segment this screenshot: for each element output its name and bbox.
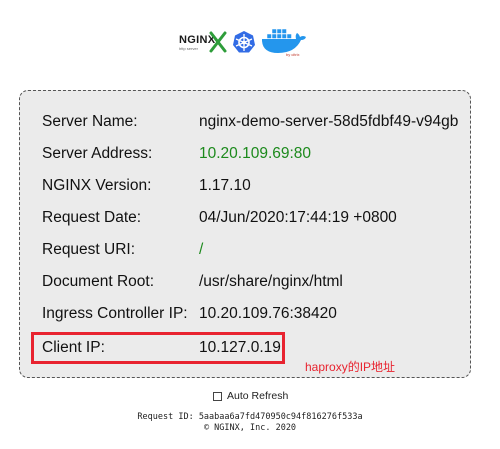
footer: Request ID: 5aabaa6a7fd470950c94f816276f… — [0, 412, 500, 434]
document-root-value: /usr/share/nginx/html — [199, 273, 343, 290]
server-address-value: 10.20.109.69:80 — [199, 145, 312, 162]
auto-refresh-checkbox[interactable] — [213, 391, 222, 401]
request-date-value: 04/Jun/2020:17:44:19 +0800 — [199, 209, 397, 226]
ingress-controller-ip-label: Ingress Controller IP: — [42, 305, 188, 322]
nginx-logo: NGINX http server — [176, 31, 230, 57]
request-uri-value: / — [199, 241, 204, 258]
auto-refresh-control[interactable]: Auto Refresh — [213, 390, 288, 402]
nginx-version-value: 1.17.10 — [199, 177, 251, 194]
server-name-value: nginx-demo-server-58d5fdbf49-v94gb — [199, 113, 459, 130]
kubernetes-icon — [232, 30, 256, 54]
logo-bar: NGINX http server by citrix — [176, 24, 316, 64]
client-ip-highlight-box — [31, 332, 285, 364]
server-name-label: Server Name: — [42, 113, 138, 130]
docker-logo-subtext: by citrix — [286, 52, 300, 57]
copyright: © NGINX, Inc. 2020 — [203, 423, 297, 433]
nginx-version-label: NGINX Version: — [42, 177, 152, 194]
ingress-controller-ip-value: 10.20.109.76:38420 — [199, 305, 337, 322]
server-address-label: Server Address: — [42, 145, 153, 162]
document-root-label: Document Root: — [42, 273, 154, 290]
auto-refresh-label[interactable]: Auto Refresh — [227, 390, 288, 402]
nginx-logo-subtext: http server — [179, 46, 198, 51]
request-id: Request ID: 5aabaa6a7fd470950c94f816276f… — [137, 412, 363, 422]
haproxy-annotation: haproxy的IP地址 — [305, 360, 396, 374]
request-date-label: Request Date: — [42, 209, 142, 226]
request-uri-label: Request URI: — [42, 241, 136, 258]
server-info-panel: Server Name: nginx-demo-server-58d5fdbf4… — [19, 90, 471, 378]
